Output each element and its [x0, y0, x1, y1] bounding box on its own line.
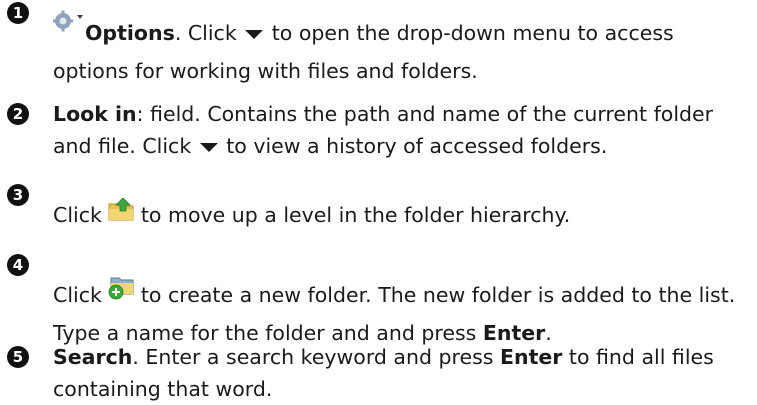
step-number-5: 5 — [7, 346, 29, 368]
step-number-3: 3 — [7, 184, 29, 206]
item-2-text: Look in: field. Contains the path and na… — [53, 102, 714, 158]
step-number-2: 2 — [7, 103, 29, 125]
item-1-text: Options. Click to open the drop-down men… — [53, 10, 749, 87]
item-3-text: Click to move up a level in the folder h… — [53, 197, 749, 237]
look-in-label: Look in — [53, 102, 137, 126]
step-number-4: 4 — [7, 254, 29, 276]
down-triangle-icon — [245, 30, 264, 39]
gear-dropdown-icon — [53, 9, 85, 41]
enter-key-label: Enter — [499, 345, 563, 369]
new-folder-icon — [108, 274, 134, 309]
item-5-text: Search. Enter a search keyword and press… — [53, 345, 714, 401]
folder-up-icon — [108, 197, 134, 231]
step-number-1: 1 — [7, 2, 29, 24]
item-4-text: Click to create a new folder. The new fo… — [53, 277, 749, 349]
options-label: Options — [85, 21, 175, 45]
down-triangle-icon — [199, 143, 218, 152]
search-label: Search — [53, 345, 133, 369]
